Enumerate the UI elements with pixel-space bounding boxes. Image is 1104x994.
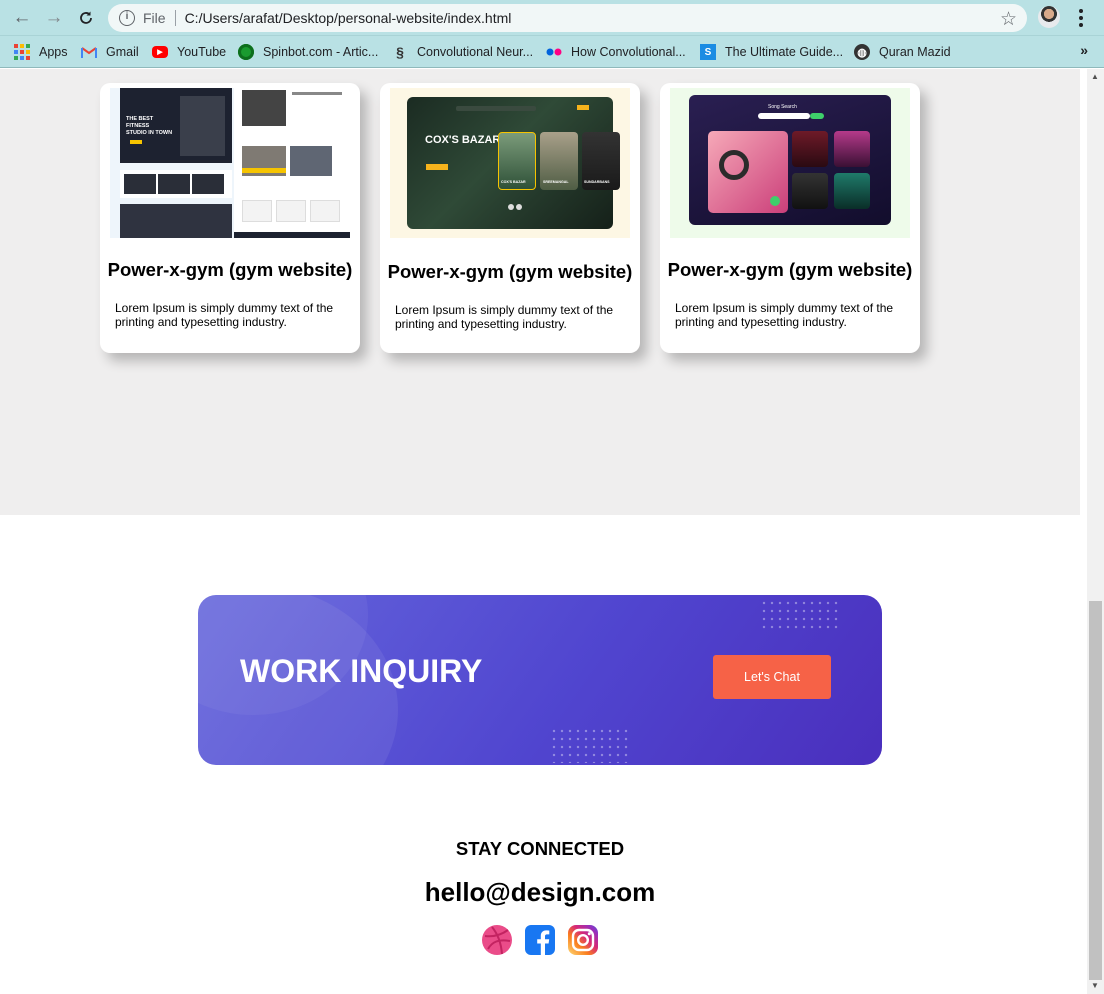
- thumb-text: STUDIO IN TOWN: [126, 130, 173, 136]
- info-icon[interactable]: i: [119, 10, 135, 26]
- forward-button[interactable]: →: [42, 6, 66, 30]
- project-description: Lorem Ipsum is simply dummy text of the …: [395, 303, 614, 331]
- bookmark-label: Gmail: [106, 45, 139, 59]
- project-description: Lorem Ipsum is simply dummy text of the …: [115, 301, 334, 329]
- project-description: Lorem Ipsum is simply dummy text of the …: [675, 301, 894, 329]
- scroll-up-icon[interactable]: ▲: [1091, 72, 1099, 81]
- bookmark-label: How Convolutional...: [571, 45, 686, 59]
- bookmark-how-convolutional[interactable]: How Convolutional...: [546, 41, 686, 63]
- bookmark-convolutional-neural[interactable]: § Convolutional Neur...: [392, 41, 533, 63]
- thumb-text: THE BEST FITNESS: [126, 116, 154, 129]
- thumb-text: Song Search: [768, 104, 797, 110]
- bookmark-label: Apps: [39, 45, 68, 59]
- project-title: Power-x-gym (gym website): [387, 261, 633, 282]
- bookmark-spinbot[interactable]: Spinbot.com - Artic...: [238, 41, 378, 63]
- project-card[interactable]: COX'S BAZAR COX'S BAZAR SREEMANGAL SUNDA…: [380, 83, 640, 353]
- reload-button[interactable]: [74, 6, 98, 30]
- work-inquiry-title: WORK INQUIRY: [240, 653, 483, 689]
- more-bookmarks-button[interactable]: »: [1080, 42, 1088, 58]
- gmail-icon: [81, 44, 97, 60]
- contact-email[interactable]: hello@design.com: [0, 877, 1080, 908]
- dribbble-icon[interactable]: [481, 924, 513, 956]
- apps-grid-icon: [14, 44, 30, 60]
- address-bar[interactable]: i File C:/Users/arafat/Desktop/personal-…: [108, 4, 1027, 32]
- bookmark-label: The Ultimate Guide...: [725, 45, 844, 59]
- project-title: Power-x-gym (gym website): [667, 259, 913, 280]
- work-inquiry-banner: WORK INQUIRY Let's Chat: [198, 595, 882, 765]
- thumb-text: SUNDARBANS: [584, 180, 610, 184]
- bookmark-youtube[interactable]: ▶ YouTube: [152, 41, 226, 63]
- facebook-icon[interactable]: [524, 924, 556, 956]
- bookmark-gmail[interactable]: Gmail: [81, 41, 139, 63]
- thumb-text: SREEMANGAL: [543, 180, 569, 184]
- project-card[interactable]: Song Search Power-x-gym (gym website) Lo…: [660, 83, 920, 353]
- back-button[interactable]: ←: [10, 6, 34, 30]
- bookmark-ultimate-guide[interactable]: S The Ultimate Guide...: [700, 41, 843, 63]
- scrollbar-thumb[interactable]: [1089, 601, 1102, 980]
- file-label: File: [143, 10, 166, 26]
- bookmark-label: Spinbot.com - Artic...: [263, 45, 379, 59]
- instagram-icon[interactable]: [567, 924, 599, 956]
- cnn-icon: §: [396, 44, 404, 60]
- dot-pattern: [760, 599, 840, 629]
- lets-chat-button[interactable]: Let's Chat: [713, 655, 831, 699]
- project-title: Power-x-gym (gym website): [107, 259, 353, 280]
- bookmarks-bar: Apps Gmail ▶ YouTube Spinbot.com - Artic…: [0, 36, 1104, 68]
- bookmark-label: Convolutional Neur...: [417, 45, 534, 59]
- browser-toolbar: ← → i File C:/Users/arafat/Desktop/perso…: [0, 0, 1104, 36]
- project-card[interactable]: THE BEST FITNESS STUDIO IN TOWN Power-x-…: [100, 83, 360, 353]
- bookmark-star-icon[interactable]: ☆: [1000, 8, 1017, 31]
- thumb-text: COX'S BAZAR: [425, 134, 501, 146]
- bookmark-apps[interactable]: Apps: [14, 41, 68, 63]
- arrow-right-icon: →: [44, 7, 64, 28]
- stay-connected-heading: STAY CONNECTED: [455, 838, 625, 859]
- projects-section: THE BEST FITNESS STUDIO IN TOWN Power-x-…: [0, 69, 1080, 515]
- flickr-icon: [546, 44, 562, 60]
- address-separator: [174, 10, 176, 26]
- thumb-text: COX'S BAZAR: [501, 180, 526, 184]
- globe-icon: ◍: [854, 44, 870, 60]
- url-text[interactable]: C:/Users/arafat/Desktop/personal-website…: [185, 10, 512, 26]
- scroll-down-icon[interactable]: ▼: [1091, 981, 1099, 990]
- project-thumbnail: COX'S BAZAR COX'S BAZAR SREEMANGAL SUNDA…: [390, 88, 630, 238]
- reload-icon: [80, 11, 92, 24]
- project-thumbnail: THE BEST FITNESS STUDIO IN TOWN: [110, 88, 350, 238]
- project-thumbnail: Song Search: [670, 88, 910, 238]
- youtube-icon: ▶: [152, 46, 168, 58]
- bookmark-quran-mazid[interactable]: ◍ Quran Mazid: [854, 41, 951, 63]
- s-logo-icon: S: [700, 44, 716, 60]
- bookmark-label: Quran Mazid: [879, 45, 951, 59]
- profile-avatar[interactable]: [1038, 6, 1060, 28]
- spinbot-icon: [238, 44, 254, 60]
- browser-menu-icon[interactable]: [1072, 6, 1090, 30]
- page-viewport: THE BEST FITNESS STUDIO IN TOWN Power-x-…: [0, 69, 1104, 994]
- dot-pattern: [550, 727, 630, 763]
- arrow-left-icon: ←: [12, 7, 32, 28]
- bookmark-label: YouTube: [177, 45, 227, 59]
